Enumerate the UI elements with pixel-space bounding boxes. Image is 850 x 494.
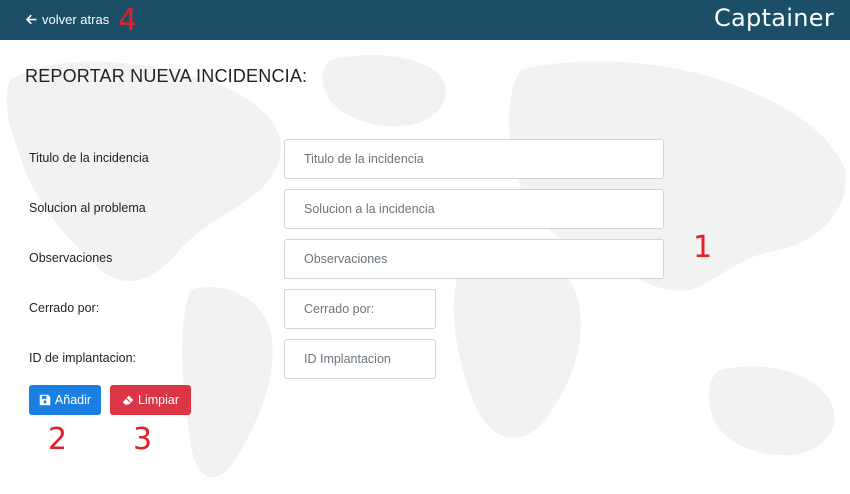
observations-label: Observaciones [29, 251, 113, 265]
clear-button-label: Limpiar [138, 393, 179, 407]
arrow-left-icon [25, 14, 37, 24]
solution-input[interactable] [284, 189, 664, 229]
closed-by-input[interactable] [284, 289, 436, 329]
annotation-number-4: 4 [118, 3, 138, 38]
annotation-number-1: 1 [693, 230, 713, 265]
implementation-id-input[interactable] [284, 339, 436, 379]
title-input[interactable] [284, 139, 664, 179]
annotation-number-3: 3 [133, 422, 153, 457]
floppy-disk-icon [39, 394, 51, 406]
closed-by-label: Cerrado por: [29, 301, 100, 315]
clear-button[interactable]: Limpiar [110, 385, 191, 415]
brand-logo-text: Captainer [713, 4, 834, 32]
solution-label: Solucion al problema [29, 201, 146, 215]
observations-input[interactable] [284, 239, 664, 279]
title-label: Titulo de la incidencia [29, 151, 149, 165]
back-link[interactable]: volver atras [25, 11, 109, 27]
annotation-number-2: 2 [48, 422, 68, 457]
implementation-id-label: ID de implantacion: [29, 351, 137, 365]
add-button-label: Añadir [54, 393, 92, 407]
back-link-label: volver atras [42, 11, 110, 27]
add-button[interactable]: Añadir [29, 385, 101, 415]
eraser-icon [122, 395, 134, 405]
page-title: REPORTAR NUEVA INCIDENCIA: [25, 66, 308, 86]
